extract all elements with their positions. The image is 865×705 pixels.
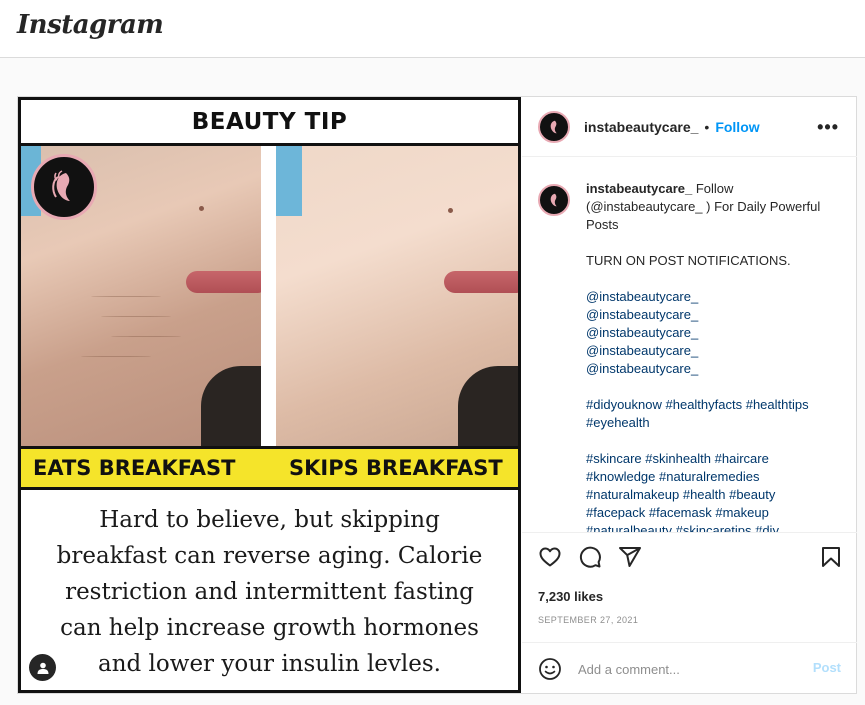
caption-line: TURN ON POST NOTIFICATIONS. (586, 253, 791, 268)
after-photo (276, 146, 518, 446)
wrinkle-line (101, 316, 171, 317)
hashtag-links[interactable]: #naturalbeauty #skincaretips #diy (586, 522, 836, 532)
lips (186, 271, 261, 293)
wrinkle-line (81, 356, 151, 357)
action-icons (538, 545, 843, 571)
image-body-text: Hard to believe, but skipping breakfast … (56, 507, 483, 677)
photo-divider (261, 146, 276, 446)
instagram-logo[interactable]: Instagram (17, 10, 164, 40)
post-image: BEAUTY TIP EATS BREAKFAST SKIPS BREAKFAS… (18, 97, 521, 693)
share-icon[interactable] (618, 545, 642, 569)
post-sidebar: instabeautycare_ • Follow ••• instabeaut… (522, 97, 857, 693)
comments-section[interactable]: instabeautycare_ Follow (@instabeautycar… (522, 158, 857, 532)
caption-text: instabeautycare_ Follow (@instabeautycar… (586, 180, 836, 532)
skin-mark (199, 206, 204, 211)
hair (201, 366, 261, 446)
post-actions: 7,230 likes SEPTEMBER 27, 2021 Post (522, 532, 857, 694)
emoji-icon[interactable] (538, 657, 562, 681)
caption-username[interactable]: instabeautycare_ (586, 181, 692, 196)
user-tag-icon (37, 662, 48, 674)
wrinkle-line (91, 296, 161, 297)
hashtag-links[interactable]: #didyouknow #healthyfacts #healthtips #e… (586, 396, 836, 432)
post-media[interactable]: BEAUTY TIP EATS BREAKFAST SKIPS BREAKFAS… (18, 97, 521, 693)
hashtag-links[interactable]: #skincare #skinhealth #haircare #knowled… (586, 450, 836, 522)
brand-badge (31, 154, 97, 220)
wrinkle-line (111, 336, 181, 337)
follow-button[interactable]: Follow (715, 119, 759, 135)
separator-dot: • (704, 118, 710, 135)
skin-mark (448, 208, 453, 213)
label-banner: EATS BREAKFAST SKIPS BREAKFAST (21, 446, 518, 490)
add-comment-bar: Post (522, 642, 857, 694)
woman-face-logo-icon (550, 120, 557, 133)
skips-breakfast-label: SKIPS BREAKFAST (289, 456, 503, 480)
more-options-icon[interactable]: ••• (817, 117, 839, 138)
header-username[interactable]: instabeautycare_ (584, 119, 698, 135)
mention-link[interactable]: @instabeautycare_ (586, 288, 836, 306)
caption-comment: instabeautycare_ Follow (@instabeautycar… (538, 180, 841, 532)
mention-link[interactable]: @instabeautycare_ (586, 324, 836, 342)
lips (444, 271, 518, 293)
woman-face-logo-icon (52, 170, 70, 201)
top-navigation-bar: Instagram (0, 0, 865, 58)
likes-count[interactable]: 7,230 likes (538, 589, 603, 604)
mention-link[interactable]: @instabeautycare_ (586, 360, 836, 378)
woman-face-logo-icon (550, 193, 557, 207)
hair (458, 366, 518, 446)
post-date[interactable]: SEPTEMBER 27, 2021 (538, 615, 638, 625)
avatar[interactable] (538, 184, 570, 216)
eats-breakfast-label: EATS BREAKFAST (33, 456, 236, 480)
post-comment-button[interactable]: Post (813, 660, 841, 675)
comment-icon[interactable] (578, 545, 602, 569)
comment-input[interactable] (578, 658, 798, 680)
mention-link[interactable]: @instabeautycare_ (586, 306, 836, 324)
hair-cap (276, 146, 302, 216)
post-header: instabeautycare_ • Follow ••• (522, 97, 857, 157)
mention-link[interactable]: @instabeautycare_ (586, 342, 836, 360)
bookmark-icon[interactable] (819, 545, 843, 569)
tagged-users-button[interactable] (29, 654, 56, 681)
post-modal: BEAUTY TIP EATS BREAKFAST SKIPS BREAKFAS… (17, 96, 857, 694)
image-title: BEAUTY TIP (21, 100, 518, 146)
before-photo (21, 146, 261, 446)
heart-icon[interactable] (538, 545, 562, 569)
avatar[interactable] (538, 110, 570, 143)
